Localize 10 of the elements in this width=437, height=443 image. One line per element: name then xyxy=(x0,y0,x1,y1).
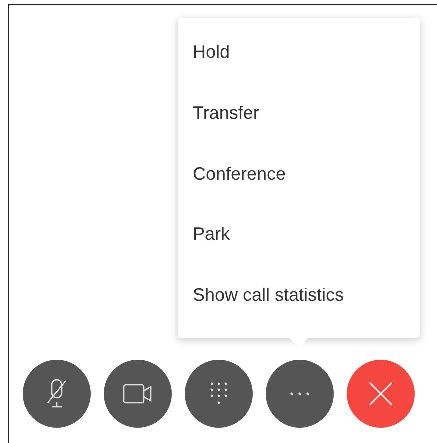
video-camera-icon xyxy=(123,384,153,404)
menu-item[interactable]: Show call statistics xyxy=(193,277,420,338)
menu-item[interactable]: Park xyxy=(193,216,420,278)
keypad-icon xyxy=(209,381,229,407)
menu-item[interactable]: Conference xyxy=(193,156,420,216)
mic-muted-icon xyxy=(46,379,68,409)
menu-item[interactable]: Transfer xyxy=(193,94,420,156)
close-icon xyxy=(369,382,393,406)
menu-item[interactable]: Hold xyxy=(193,34,420,95)
more-icon xyxy=(289,392,311,396)
